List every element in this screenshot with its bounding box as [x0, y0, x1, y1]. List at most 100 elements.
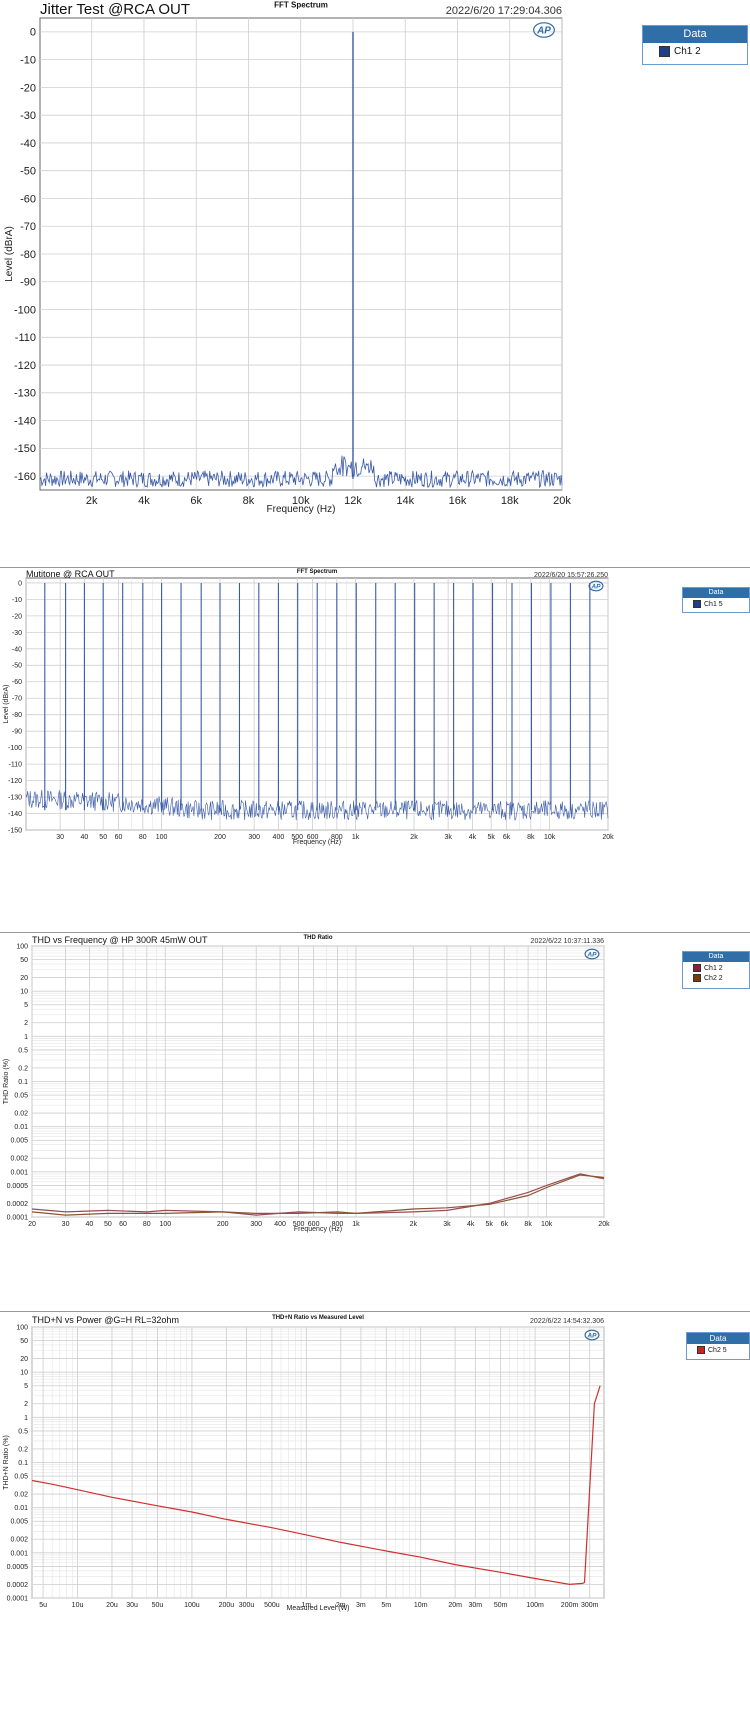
y-tick-label: 0.005 — [10, 1519, 28, 1526]
y-tick-label: 10 — [20, 989, 28, 996]
x-tick-label: 4k — [467, 1221, 475, 1228]
y-tick-label: -70 — [20, 221, 36, 233]
y-tick-label: -40 — [12, 646, 22, 653]
chart-title: THD vs Frequency @ HP 300R 45mW OUT — [32, 935, 208, 945]
y-tick-label: 1 — [24, 1034, 28, 1041]
y-tick-label: 0.5 — [18, 1428, 28, 1435]
x-tick-label: 80 — [143, 1221, 151, 1228]
x-tick-label: 2k — [410, 834, 418, 841]
x-axis-label: Frequency (Hz) — [293, 839, 341, 846]
ap-logo-text: AP — [536, 26, 551, 37]
legend-entry: Ch2 2 — [683, 972, 749, 982]
chart-subtitle: FFT Spectrum — [274, 0, 328, 9]
x-tick-label: 20k — [598, 1221, 610, 1228]
legend-header: Data — [683, 588, 749, 598]
x-tick-label: 80 — [139, 834, 147, 841]
chart-title: Jitter Test @RCA OUT — [40, 1, 190, 18]
y-tick-label: 100 — [16, 943, 28, 950]
x-axis-label: Frequency (Hz) — [294, 1226, 342, 1233]
x-tick-label: 30 — [62, 1221, 70, 1228]
y-tick-label: 100 — [16, 1324, 28, 1331]
y-tick-label: -20 — [12, 613, 22, 620]
ap-logo-text: AP — [586, 951, 597, 958]
y-tick-label: 50 — [20, 1338, 28, 1345]
y-tick-label: -10 — [20, 54, 36, 66]
x-tick-label: 40 — [85, 1221, 93, 1228]
timestamp: 2022/6/20 15:57:26.250 — [534, 572, 608, 579]
chart-subtitle: FFT Spectrum — [297, 569, 337, 575]
y-tick-label: 0.05 — [14, 1093, 28, 1100]
y-tick-label: -140 — [8, 811, 22, 818]
x-tick-label: 8k — [524, 1221, 532, 1228]
x-tick-label: 1k — [352, 834, 360, 841]
y-tick-label: 0 — [18, 580, 22, 587]
y-tick-label: -20 — [20, 82, 36, 94]
legend-entry: Ch2 5 — [687, 1344, 749, 1354]
chart-panel-multitone: 30 40 50 60 80 100 200 300 400 500 600 800 1k 2k 3k 4k 5… — [0, 567, 750, 931]
x-tick-label: 300 — [248, 834, 260, 841]
x-tick-label: 100u — [184, 1602, 200, 1609]
x-tick-label: 5k — [487, 834, 495, 841]
x-tick-label: 50 — [104, 1221, 112, 1228]
y-tick-label: 0 — [30, 27, 36, 39]
x-axis-label: Frequency (Hz) — [267, 504, 336, 515]
x-tick-label: 3k — [443, 1221, 451, 1228]
x-tick-label: 100 — [159, 1221, 171, 1228]
y-tick-label: -90 — [12, 729, 22, 736]
x-tick-label: 20u — [106, 1602, 118, 1609]
legend-entry-label: Ch1 2 — [674, 46, 701, 57]
y-tick-label: -30 — [20, 110, 36, 122]
ap-logo-text: AP — [586, 1332, 597, 1339]
y-tick-label: 5 — [24, 1383, 28, 1390]
y-tick-label: -50 — [12, 663, 22, 670]
x-tick-label: 20k — [553, 495, 571, 507]
legend-swatch — [693, 974, 701, 982]
y-axis-label: Level (dBrA) — [4, 226, 15, 282]
legend-header: Data — [683, 952, 749, 962]
y-tick-label: -120 — [8, 778, 22, 785]
y-axis-label: THD+N Ratio (%) — [3, 1435, 10, 1490]
legend-header: Data — [687, 1333, 749, 1344]
x-tick-label: 5u — [39, 1602, 47, 1609]
y-tick-label: 0.2 — [18, 1065, 28, 1072]
x-tick-label: 50u — [152, 1602, 164, 1609]
y-tick-label: 0.1 — [18, 1079, 28, 1086]
x-tick-label: 6k — [190, 495, 202, 507]
y-tick-label: -110 — [9, 762, 23, 769]
y-tick-label: -70 — [12, 696, 22, 703]
x-tick-label: 18k — [501, 495, 519, 507]
chart-multitone-svg: 30 40 50 60 80 100 200 300 400 500 600 800 1k 2k 3k 4k 5… — [3, 569, 614, 846]
legend-entry: Ch1 2 — [643, 43, 747, 57]
y-tick-label: -140 — [14, 415, 36, 427]
y-tick-label: 0.01 — [14, 1505, 28, 1512]
chart-thdn-svg: 5u 10u 20u 30u 50u 100u 200u 300u 500u 1m 2m 3m 5m 10… — [3, 1315, 605, 1612]
x-tick-label: 30m — [468, 1602, 482, 1609]
x-tick-label: 10k — [544, 834, 556, 841]
y-tick-label: -50 — [20, 166, 36, 178]
y-tick-label: -80 — [12, 712, 22, 719]
x-tick-label: 300u — [239, 1602, 255, 1609]
chart-title: Mutitone @ RCA OUT — [26, 569, 115, 579]
x-tick-label: 14k — [396, 495, 414, 507]
y-tick-label: 0.0001 — [7, 1214, 29, 1221]
legend-thdn: Data Ch2 5 — [686, 1332, 750, 1360]
x-tick-label: 10m — [414, 1602, 428, 1609]
y-tick-label: 10 — [20, 1370, 28, 1377]
y-axis-label: Level (dBrA) — [3, 685, 10, 724]
y-tick-label: 0.005 — [10, 1138, 28, 1145]
x-tick-label: 6k — [501, 1221, 509, 1228]
y-tick-label: 0.001 — [10, 1550, 28, 1557]
x-tick-label: 8k — [243, 495, 255, 507]
y-tick-label: -110 — [15, 332, 36, 344]
legend-entry-label: Ch1 2 — [704, 964, 723, 972]
x-tick-label: 50 — [99, 834, 107, 841]
x-tick-label: 4k — [138, 495, 150, 507]
ap-logo-text: AP — [590, 583, 601, 590]
x-tick-label: 5m — [381, 1602, 391, 1609]
legend-entry-label: Ch2 2 — [704, 974, 723, 982]
legend-header: Data — [643, 26, 747, 43]
y-tick-label: 0.001 — [10, 1169, 28, 1176]
y-tick-label: 0.0002 — [7, 1582, 29, 1589]
x-tick-label: 12k — [344, 495, 362, 507]
y-tick-label: 0.02 — [14, 1492, 28, 1499]
